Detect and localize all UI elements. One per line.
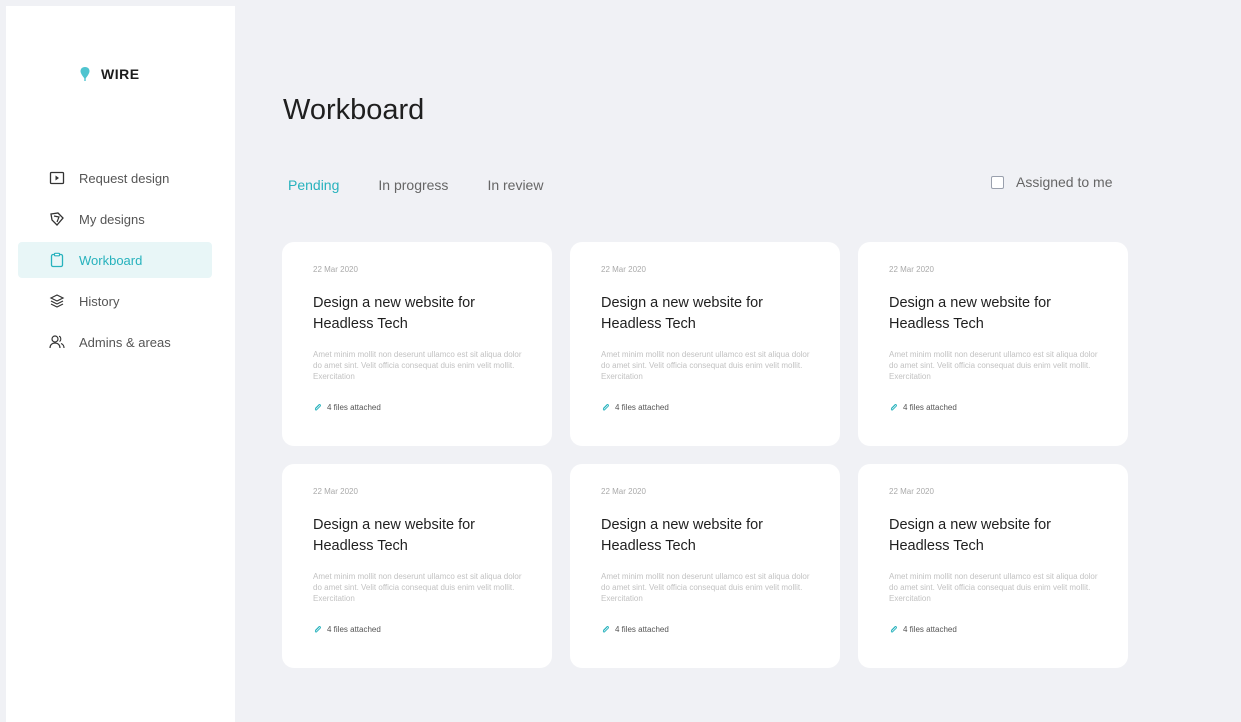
logo[interactable]: WIRE (79, 66, 140, 82)
tab-pending[interactable]: Pending (288, 177, 339, 193)
folder-plus-icon (49, 171, 65, 185)
design-card[interactable]: 22 Mar 2020 Design a new website for Hea… (282, 242, 552, 446)
paperclip-icon (314, 626, 321, 633)
attachments-label: 4 files attached (615, 403, 669, 412)
card-title: Design a new website for Headless Tech (601, 295, 763, 332)
card-attachments[interactable]: 4 files attached (313, 625, 521, 634)
card-date: 22 Mar 2020 (889, 487, 934, 496)
card-date: 22 Mar 2020 (601, 265, 646, 274)
card-date: 22 Mar 2020 (313, 487, 358, 496)
paperclip-icon (890, 404, 897, 411)
card-attachments[interactable]: 4 files attached (889, 403, 1097, 412)
card-attachments[interactable]: 4 files attached (601, 403, 809, 412)
card-date: 22 Mar 2020 (601, 487, 646, 496)
sidebar-item-label: Workboard (79, 252, 143, 268)
attachments-label: 4 files attached (903, 403, 957, 412)
users-icon (49, 335, 65, 349)
card-grid: 22 Mar 2020 Design a new website for Hea… (282, 242, 1128, 668)
design-card[interactable]: 22 Mar 2020 Design a new website for Hea… (570, 464, 840, 668)
paperclip-icon (314, 404, 321, 411)
sidebar-item-label: Request design (79, 170, 170, 186)
paperclip-icon (602, 626, 609, 633)
card-title: Design a new website for Headless Tech (313, 295, 475, 332)
card-title: Design a new website for Headless Tech (313, 517, 475, 554)
sidebar-item-label: History (79, 293, 120, 309)
logo-text: WIRE (101, 66, 140, 82)
paperclip-icon (890, 626, 897, 633)
card-title: Design a new website for Headless Tech (889, 295, 1051, 332)
assigned-to-me-filter[interactable]: Assigned to me (991, 174, 1113, 190)
card-attachments[interactable]: 4 files attached (601, 625, 809, 634)
design-card[interactable]: 22 Mar 2020 Design a new website for Hea… (858, 242, 1128, 446)
sidebar-item-workboard[interactable]: Workboard (18, 242, 212, 278)
stack-icon (49, 294, 65, 308)
card-description: Amet minim mollit non deserunt ullamco e… (313, 350, 522, 381)
card-title: Design a new website for Headless Tech (601, 517, 763, 554)
card-description: Amet minim mollit non deserunt ullamco e… (313, 572, 522, 603)
design-card[interactable]: 22 Mar 2020 Design a new website for Hea… (282, 464, 552, 668)
card-date: 22 Mar 2020 (313, 265, 358, 274)
design-card[interactable]: 22 Mar 2020 Design a new website for Hea… (570, 242, 840, 446)
card-attachments[interactable]: 4 files attached (313, 403, 521, 412)
status-tabs: Pending In progress In review (288, 177, 582, 193)
card-description: Amet minim mollit non deserunt ullamco e… (889, 350, 1098, 381)
page-title: Workboard (283, 94, 425, 126)
assigned-checkbox[interactable] (991, 175, 1004, 189)
pin-logo-icon (80, 67, 90, 81)
sidebar-nav: Request design My designs Workboard Hist… (18, 160, 212, 365)
card-description: Amet minim mollit non deserunt ullamco e… (601, 350, 810, 381)
card-title: Design a new website for Headless Tech (889, 517, 1051, 554)
paperclip-icon (602, 404, 609, 411)
design-card[interactable]: 22 Mar 2020 Design a new website for Hea… (858, 464, 1128, 668)
card-date: 22 Mar 2020 (889, 265, 934, 274)
layers-icon (50, 212, 64, 226)
sidebar-item-label: My designs (79, 211, 145, 227)
sidebar-item-history[interactable]: History (18, 283, 212, 319)
sidebar-item-admins-areas[interactable]: Admins & areas (18, 324, 212, 360)
sidebar-item-request-design[interactable]: Request design (18, 160, 212, 196)
sidebar-item-label: Admins & areas (79, 334, 171, 350)
attachments-label: 4 files attached (615, 625, 669, 634)
card-attachments[interactable]: 4 files attached (889, 625, 1097, 634)
sidebar-item-my-designs[interactable]: My designs (18, 201, 212, 237)
attachments-label: 4 files attached (327, 625, 381, 634)
tab-in-review[interactable]: In review (487, 177, 543, 193)
assigned-label: Assigned to me (1016, 174, 1113, 190)
attachments-label: 4 files attached (903, 625, 957, 634)
attachments-label: 4 files attached (327, 403, 381, 412)
clipboard-icon (50, 252, 64, 268)
card-description: Amet minim mollit non deserunt ullamco e… (601, 572, 810, 603)
card-description: Amet minim mollit non deserunt ullamco e… (889, 572, 1098, 603)
tab-in-progress[interactable]: In progress (378, 177, 448, 193)
